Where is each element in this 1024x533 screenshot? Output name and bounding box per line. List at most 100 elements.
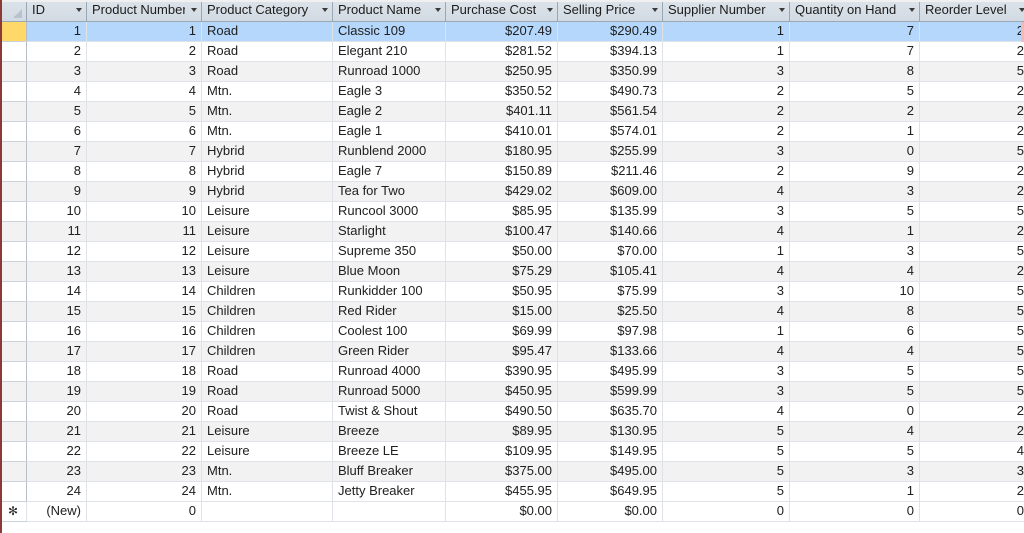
cell-product_number[interactable]: 2	[86, 41, 202, 62]
cell-product_number[interactable]: 21	[86, 421, 202, 442]
cell-quantity_on_hand[interactable]: 3	[789, 461, 920, 482]
cell-product_name[interactable]: Blue Moon	[332, 261, 446, 282]
cell-reorder_level[interactable]: 5	[919, 341, 1024, 362]
cell-id[interactable]: 23	[26, 461, 87, 482]
cell-product_number[interactable]: 13	[86, 261, 202, 282]
record-selector[interactable]	[0, 61, 27, 82]
cell-purchase_cost[interactable]: $429.02	[445, 181, 558, 202]
cell-product_category[interactable]: Children	[201, 321, 333, 342]
cell-id[interactable]: 21	[26, 421, 87, 442]
cell-id[interactable]: 9	[26, 181, 87, 202]
cell-purchase_cost[interactable]: $109.95	[445, 441, 558, 462]
cell-id[interactable]: 20	[26, 401, 87, 422]
cell-product_number[interactable]: 14	[86, 281, 202, 302]
cell-product_name[interactable]: Tea for Two	[332, 181, 446, 202]
cell-purchase_cost[interactable]: $75.29	[445, 261, 558, 282]
cell-selling_price[interactable]: $149.95	[557, 441, 663, 462]
chevron-down-icon[interactable]	[76, 7, 82, 12]
cell-reorder_level[interactable]: 5	[919, 61, 1024, 82]
chevron-down-icon[interactable]	[779, 7, 785, 12]
table-row[interactable]: 22 22 Leisure Breeze LE $109.95 $149.95 5 5 4	[0, 441, 1024, 462]
cell-product_category[interactable]: Children	[201, 341, 333, 362]
cell-product_number[interactable]: 22	[86, 441, 202, 462]
cell-supplier_number[interactable]: 4	[662, 341, 790, 362]
cell-purchase_cost[interactable]: $85.95	[445, 201, 558, 222]
new-cell-id[interactable]: (New)	[26, 501, 87, 522]
table-row[interactable]: 12 12 Leisure Supreme 350 $50.00 $70.00 1 3 5	[0, 241, 1024, 262]
cell-quantity_on_hand[interactable]: 0	[789, 141, 920, 162]
cell-product_category[interactable]: Leisure	[201, 201, 333, 222]
cell-quantity_on_hand[interactable]: 6	[789, 321, 920, 342]
cell-id[interactable]: 3	[26, 61, 87, 82]
cell-selling_price[interactable]: $495.99	[557, 361, 663, 382]
cell-supplier_number[interactable]: 3	[662, 361, 790, 382]
cell-product_number[interactable]: 4	[86, 81, 202, 102]
cell-id[interactable]: 1	[26, 21, 87, 42]
cell-product_category[interactable]: Children	[201, 281, 333, 302]
record-selector[interactable]	[0, 281, 27, 302]
cell-selling_price[interactable]: $255.99	[557, 141, 663, 162]
cell-reorder_level[interactable]: 3	[919, 461, 1024, 482]
column-header-selling_price[interactable]: Selling Price	[557, 0, 663, 22]
cell-supplier_number[interactable]: 5	[662, 481, 790, 502]
cell-reorder_level[interactable]: 4	[919, 441, 1024, 462]
cell-product_name[interactable]: Green Rider	[332, 341, 446, 362]
cell-supplier_number[interactable]: 3	[662, 281, 790, 302]
table-row[interactable]: 18 18 Road Runroad 4000 $390.95 $495.99 3 5 5	[0, 361, 1024, 382]
cell-selling_price[interactable]: $70.00	[557, 241, 663, 262]
cell-id[interactable]: 24	[26, 481, 87, 502]
cell-quantity_on_hand[interactable]: 5	[789, 361, 920, 382]
cell-quantity_on_hand[interactable]: 10	[789, 281, 920, 302]
table-row[interactable]: 19 19 Road Runroad 5000 $450.95 $599.99 3 5 5	[0, 381, 1024, 402]
cell-product_category[interactable]: Road	[201, 361, 333, 382]
cell-purchase_cost[interactable]: $207.49	[445, 21, 558, 42]
cell-product_category[interactable]: Hybrid	[201, 161, 333, 182]
new-record-selector[interactable]: ✻	[0, 501, 27, 522]
record-selector[interactable]	[0, 421, 27, 442]
cell-product_name[interactable]: Breeze LE	[332, 441, 446, 462]
cell-quantity_on_hand[interactable]: 9	[789, 161, 920, 182]
cell-product_number[interactable]: 9	[86, 181, 202, 202]
record-selector[interactable]	[0, 301, 27, 322]
cell-product_name[interactable]: Twist & Shout	[332, 401, 446, 422]
cell-reorder_level[interactable]: 2	[919, 21, 1024, 42]
table-row[interactable]: 20 20 Road Twist & Shout $490.50 $635.70 4 0 2	[0, 401, 1024, 422]
record-selector[interactable]	[0, 101, 27, 122]
cell-quantity_on_hand[interactable]: 4	[789, 421, 920, 442]
cell-purchase_cost[interactable]: $410.01	[445, 121, 558, 142]
cell-purchase_cost[interactable]: $89.95	[445, 421, 558, 442]
cell-quantity_on_hand[interactable]: 8	[789, 61, 920, 82]
table-row[interactable]: 13 13 Leisure Blue Moon $75.29 $105.41 4 4 2	[0, 261, 1024, 282]
cell-selling_price[interactable]: $635.70	[557, 401, 663, 422]
cell-product_number[interactable]: 16	[86, 321, 202, 342]
cell-quantity_on_hand[interactable]: 3	[789, 241, 920, 262]
record-selector[interactable]	[0, 461, 27, 482]
table-row[interactable]: 8 8 Hybrid Eagle 7 $150.89 $211.46 2 9 2	[0, 161, 1024, 182]
cell-reorder_level[interactable]: 2	[919, 221, 1024, 242]
cell-supplier_number[interactable]: 1	[662, 321, 790, 342]
cell-selling_price[interactable]: $105.41	[557, 261, 663, 282]
cell-product_name[interactable]: Runkidder 100	[332, 281, 446, 302]
new-cell-quantity_on_hand[interactable]: 0	[789, 501, 920, 522]
cell-supplier_number[interactable]: 2	[662, 81, 790, 102]
cell-product_number[interactable]: 1	[86, 21, 202, 42]
cell-id[interactable]: 2	[26, 41, 87, 62]
cell-product_category[interactable]: Leisure	[201, 221, 333, 242]
cell-product_number[interactable]: 18	[86, 361, 202, 382]
new-record-row[interactable]: ✻ (New) 0 $0.00 $0.00 0 0 0	[0, 501, 1024, 522]
record-selector[interactable]	[0, 221, 27, 242]
table-row[interactable]: 21 21 Leisure Breeze $89.95 $130.95 5 4 2	[0, 421, 1024, 442]
cell-supplier_number[interactable]: 2	[662, 121, 790, 142]
cell-supplier_number[interactable]: 5	[662, 421, 790, 442]
table-row[interactable]: 16 16 Children Coolest 100 $69.99 $97.98 1 6 5	[0, 321, 1024, 342]
cell-quantity_on_hand[interactable]: 1	[789, 221, 920, 242]
cell-product_category[interactable]: Road	[201, 381, 333, 402]
chevron-down-icon[interactable]	[435, 7, 441, 12]
cell-selling_price[interactable]: $495.00	[557, 461, 663, 482]
cell-id[interactable]: 6	[26, 121, 87, 142]
column-header-product_name[interactable]: Product Name	[332, 0, 446, 22]
new-cell-purchase_cost[interactable]: $0.00	[445, 501, 558, 522]
cell-product_category[interactable]: Road	[201, 21, 333, 42]
select-all-corner[interactable]	[0, 0, 27, 22]
cell-product_category[interactable]: Leisure	[201, 421, 333, 442]
